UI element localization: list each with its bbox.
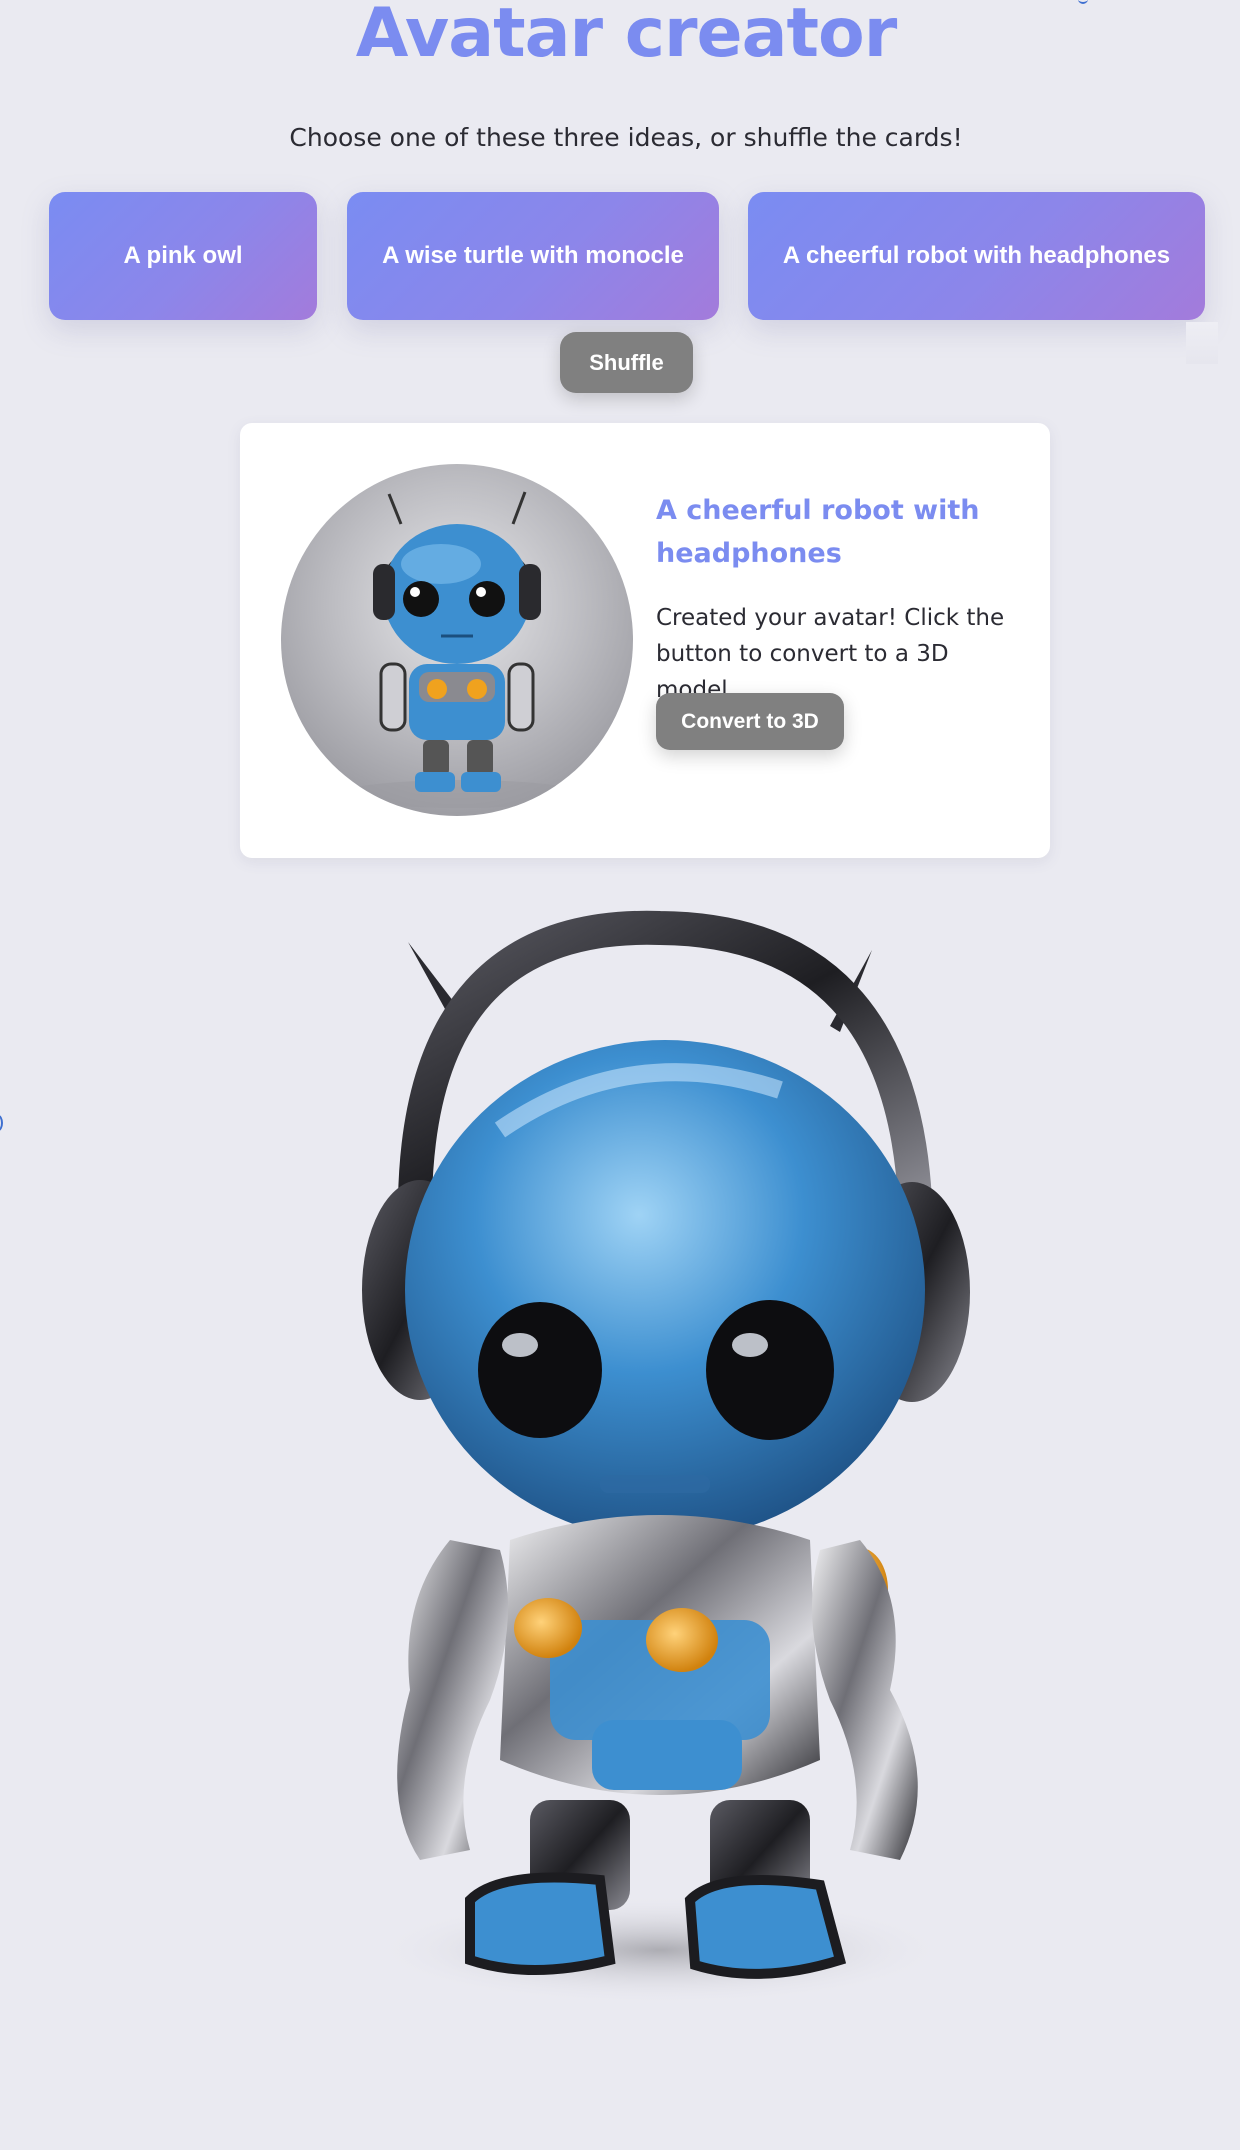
decorative-strip bbox=[1186, 322, 1218, 364]
result-panel: A cheerful robot with headphones Created… bbox=[240, 423, 1050, 858]
shuffle-button[interactable]: Shuffle bbox=[560, 332, 693, 393]
avatar-creator-page: Avatar creator Choose one of these three… bbox=[0, 0, 1240, 2150]
robot-3d-model bbox=[362, 910, 970, 2005]
robot-avatar-image bbox=[281, 464, 633, 816]
idea-card-cheerful-robot[interactable]: A cheerful robot with headphones bbox=[748, 192, 1205, 320]
robot-avatar-illustration bbox=[341, 491, 581, 808]
page-subtitle: Choose one of these three ideas, or shuf… bbox=[289, 123, 963, 152]
result-title: A cheerful robot with headphones bbox=[656, 495, 980, 569]
page-title: Avatar creator bbox=[355, 0, 898, 73]
idea-card-wise-turtle[interactable]: A wise turtle with monocle bbox=[347, 192, 719, 320]
scroll-handle-icon[interactable] bbox=[0, 1115, 3, 1131]
robot-3d-model-viewer[interactable] bbox=[300, 900, 1020, 2060]
result-message: Created your avatar! Click the button to… bbox=[656, 605, 1005, 703]
idea-card-pink-owl[interactable]: A pink owl bbox=[49, 192, 317, 320]
convert-to-3d-button[interactable]: Convert to 3D bbox=[656, 693, 844, 750]
